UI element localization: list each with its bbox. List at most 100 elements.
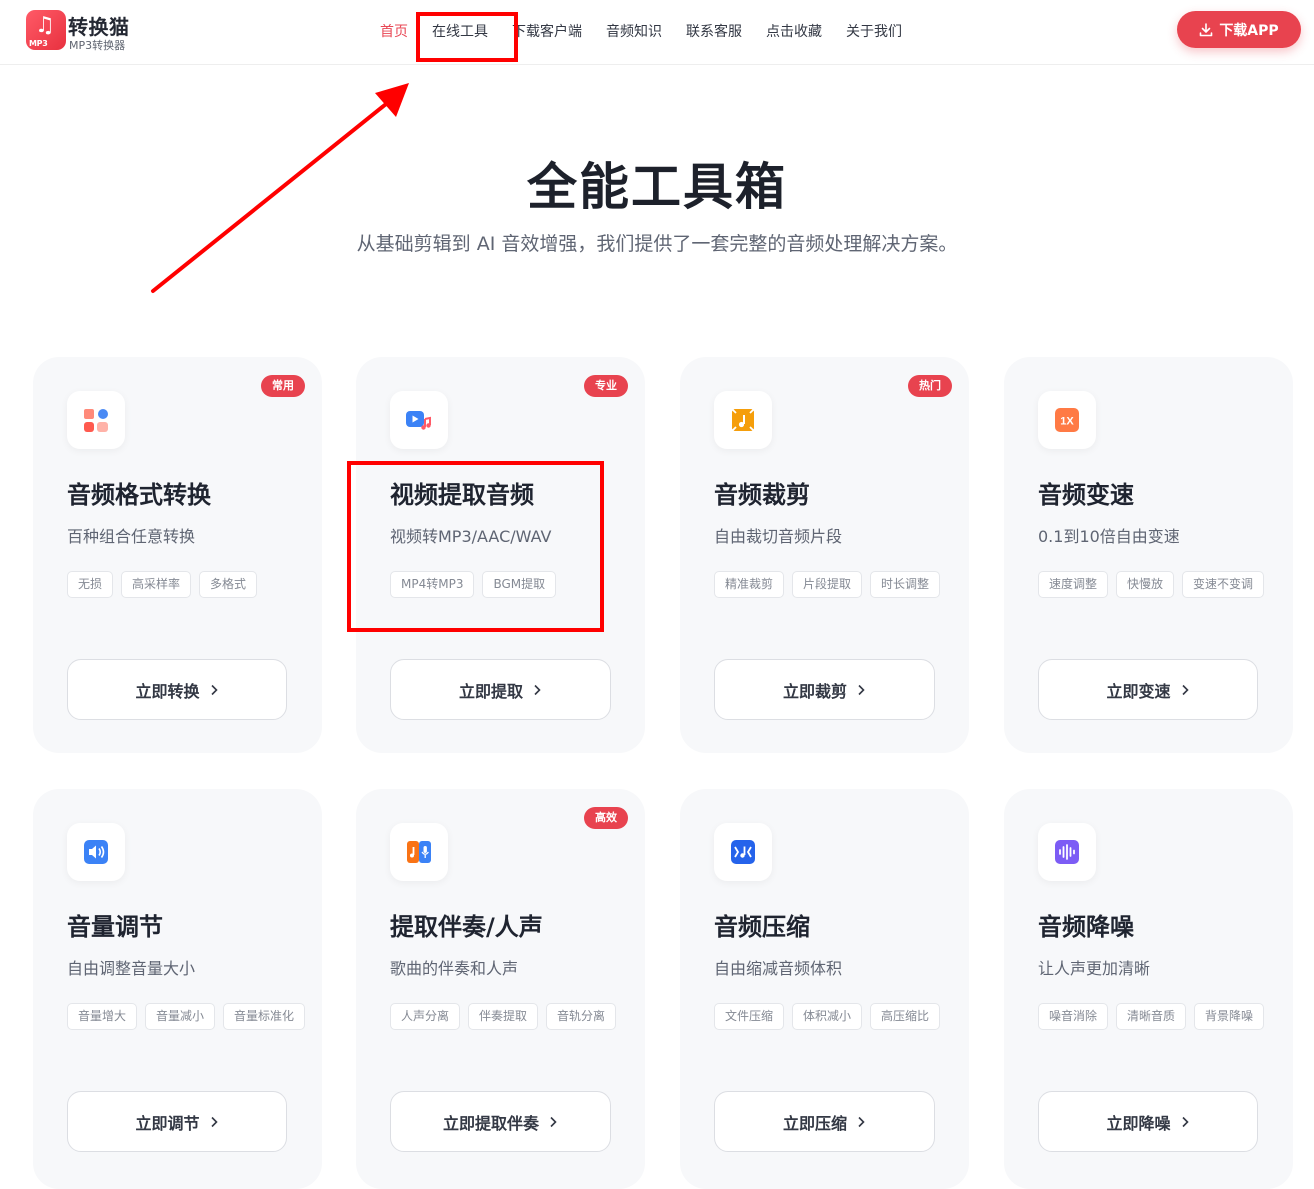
chevron-right-icon [534,684,541,695]
compress-now-button[interactable]: 立即压缩 [714,1091,935,1152]
chevron-right-icon [1181,684,1189,695]
denoise-now-button[interactable]: 立即降噪 [1038,1091,1258,1152]
tool-card-audio-trim[interactable]: 热门 音频裁剪 自由裁切音频片段 精准裁剪 片段提取 时长调整 立即裁剪 [680,357,969,753]
tag-list: 速度调整 快慢放 变速不变调 [1038,571,1278,598]
tag: 时长调整 [870,571,941,598]
card-description: 百种组合任意转换 [67,527,196,546]
convert-now-button[interactable]: 立即转换 [67,659,287,720]
annotation-highlight-card [347,461,604,632]
speed-1x-icon: 1X [1038,391,1096,449]
logo[interactable]: ♫ MP3 [26,10,66,50]
tag: 精准裁剪 [714,571,785,598]
tag-list: 人声分离 伴奏提取 音轨分离 [390,1003,630,1030]
card-description: 0.1到10倍自由变速 [1038,527,1180,546]
tag: 伴奏提取 [468,1003,539,1030]
tag-list: 文件压缩 体积减小 高压缩比 [714,1003,954,1030]
noise-reduction-icon [1038,823,1096,881]
video-to-audio-icon [390,391,448,449]
button-label: 立即转换 [135,681,200,701]
chevron-right-icon [1181,1116,1189,1127]
nav-item-bookmark[interactable]: 点击收藏 [766,21,822,41]
tag: 高采样率 [121,571,192,598]
tool-card-noise-reduction[interactable]: 音频降噪 让人声更加清晰 噪音消除 清晰音质 背景降噪 立即降噪 [1004,789,1293,1189]
tag: 体积减小 [792,1003,863,1030]
volume-icon [67,823,125,881]
button-label: 立即压缩 [782,1113,847,1133]
chevron-right-icon [210,684,218,695]
button-label: 立即提取 [458,681,523,701]
tag: 片段提取 [792,571,863,598]
card-title: 音频压缩 [714,913,810,941]
button-label: 立即裁剪 [782,681,847,701]
nav-item-about-us[interactable]: 关于我们 [846,21,902,41]
nav-item-contact-support[interactable]: 联系客服 [686,21,742,41]
card-title: 音量调节 [67,913,163,941]
card-description: 自由裁切音频片段 [714,527,843,546]
tag-list: 噪音消除 清晰音质 背景降噪 [1038,1003,1278,1030]
tag: 高压缩比 [870,1003,941,1030]
button-label: 立即降噪 [1106,1113,1171,1133]
tag: 人声分离 [390,1003,461,1030]
site-header: ♫ MP3 转换猫 MP3转换器 首页 在线工具 下载客户端 音频知识 联系客服… [0,0,1314,65]
tool-card-format-convert[interactable]: 常用 音频格式转换 百种组合任意转换 无损 高采样率 多格式 立即转换 [33,357,322,753]
tag: 音量标准化 [223,1003,306,1030]
tag: 清晰音质 [1116,1003,1187,1030]
tag: 快慢放 [1116,571,1175,598]
status-badge: 高效 [584,807,628,829]
nav-item-home[interactable]: 首页 [380,21,408,41]
tag: 噪音消除 [1038,1003,1109,1030]
page-title: 全能工具箱 [527,158,787,216]
logo-mp3-text: MP3 [29,39,48,48]
tag-list: 音量增大 音量减小 音量标准化 [67,1003,307,1030]
trim-now-button[interactable]: 立即裁剪 [714,659,935,720]
svg-text:1X: 1X [1060,416,1074,428]
annotation-highlight-nav [416,12,518,62]
tool-card-audio-speed[interactable]: 1X 音频变速 0.1到10倍自由变速 速度调整 快慢放 变速不变调 立即变速 [1004,357,1293,753]
button-label: 立即提取伴奏 [442,1113,539,1133]
card-title: 音频裁剪 [714,481,810,509]
download-icon [1200,22,1213,36]
page-subtitle: 从基础剪辑到 AI 音效增强，我们提供了一套完整的音频处理解决方案。 [356,233,958,255]
music-note-icon: ♫ [35,13,55,38]
card-title: 音频降噪 [1038,913,1134,941]
tool-card-audio-compress[interactable]: 音频压缩 自由缩减音频体积 文件压缩 体积减小 高压缩比 立即压缩 [680,789,969,1189]
status-badge: 热门 [908,375,952,397]
audio-trim-icon [714,391,772,449]
tag: 文件压缩 [714,1003,785,1030]
vocal-separation-icon [390,823,448,881]
tag-list: 无损 高采样率 多格式 [67,571,307,598]
tool-card-vocal-separation[interactable]: 高效 提取伴奏/人声 歌曲的伴奏和人声 人声分离 伴奏提取 音轨分离 立即提取伴… [356,789,645,1189]
tag-list: 精准裁剪 片段提取 时长调整 [714,571,954,598]
audio-compress-icon [714,823,772,881]
adjust-now-button[interactable]: 立即调节 [67,1091,287,1152]
card-title: 提取伴奏/人声 [390,913,543,941]
card-description: 自由缩减音频体积 [714,959,843,978]
button-label: 立即调节 [135,1113,200,1133]
nav-item-audio-knowledge[interactable]: 音频知识 [606,21,662,41]
tag: 变速不变调 [1182,571,1265,598]
card-description: 歌曲的伴奏和人声 [390,959,519,978]
download-app-button[interactable]: 下载APP [1177,11,1301,48]
status-badge: 专业 [584,375,628,397]
download-app-label: 下载APP [1219,22,1279,39]
tag: 多格式 [199,571,258,598]
nav-item-download-client[interactable]: 下载客户端 [512,21,582,41]
tool-card-volume[interactable]: 音量调节 自由调整音量大小 音量增大 音量减小 音量标准化 立即调节 [33,789,322,1189]
tag: 背景降噪 [1194,1003,1265,1030]
format-convert-icon [67,391,125,449]
chevron-right-icon [858,1116,865,1127]
speed-now-button[interactable]: 立即变速 [1038,659,1258,720]
card-title: 音频格式转换 [67,481,211,509]
card-description: 让人声更加清晰 [1038,959,1151,978]
brand-subtitle: MP3转换器 [69,39,126,52]
extract-accompaniment-button[interactable]: 立即提取伴奏 [390,1091,611,1152]
brand-name[interactable]: 转换猫 [68,11,130,40]
chevron-right-icon [858,684,865,695]
button-label: 立即变速 [1106,681,1171,701]
extract-now-button[interactable]: 立即提取 [390,659,611,720]
card-description: 自由调整音量大小 [67,959,196,978]
chevron-right-icon [210,1116,218,1127]
status-badge: 常用 [261,375,305,397]
tag: 无损 [67,571,114,598]
card-title: 音频变速 [1038,481,1134,509]
